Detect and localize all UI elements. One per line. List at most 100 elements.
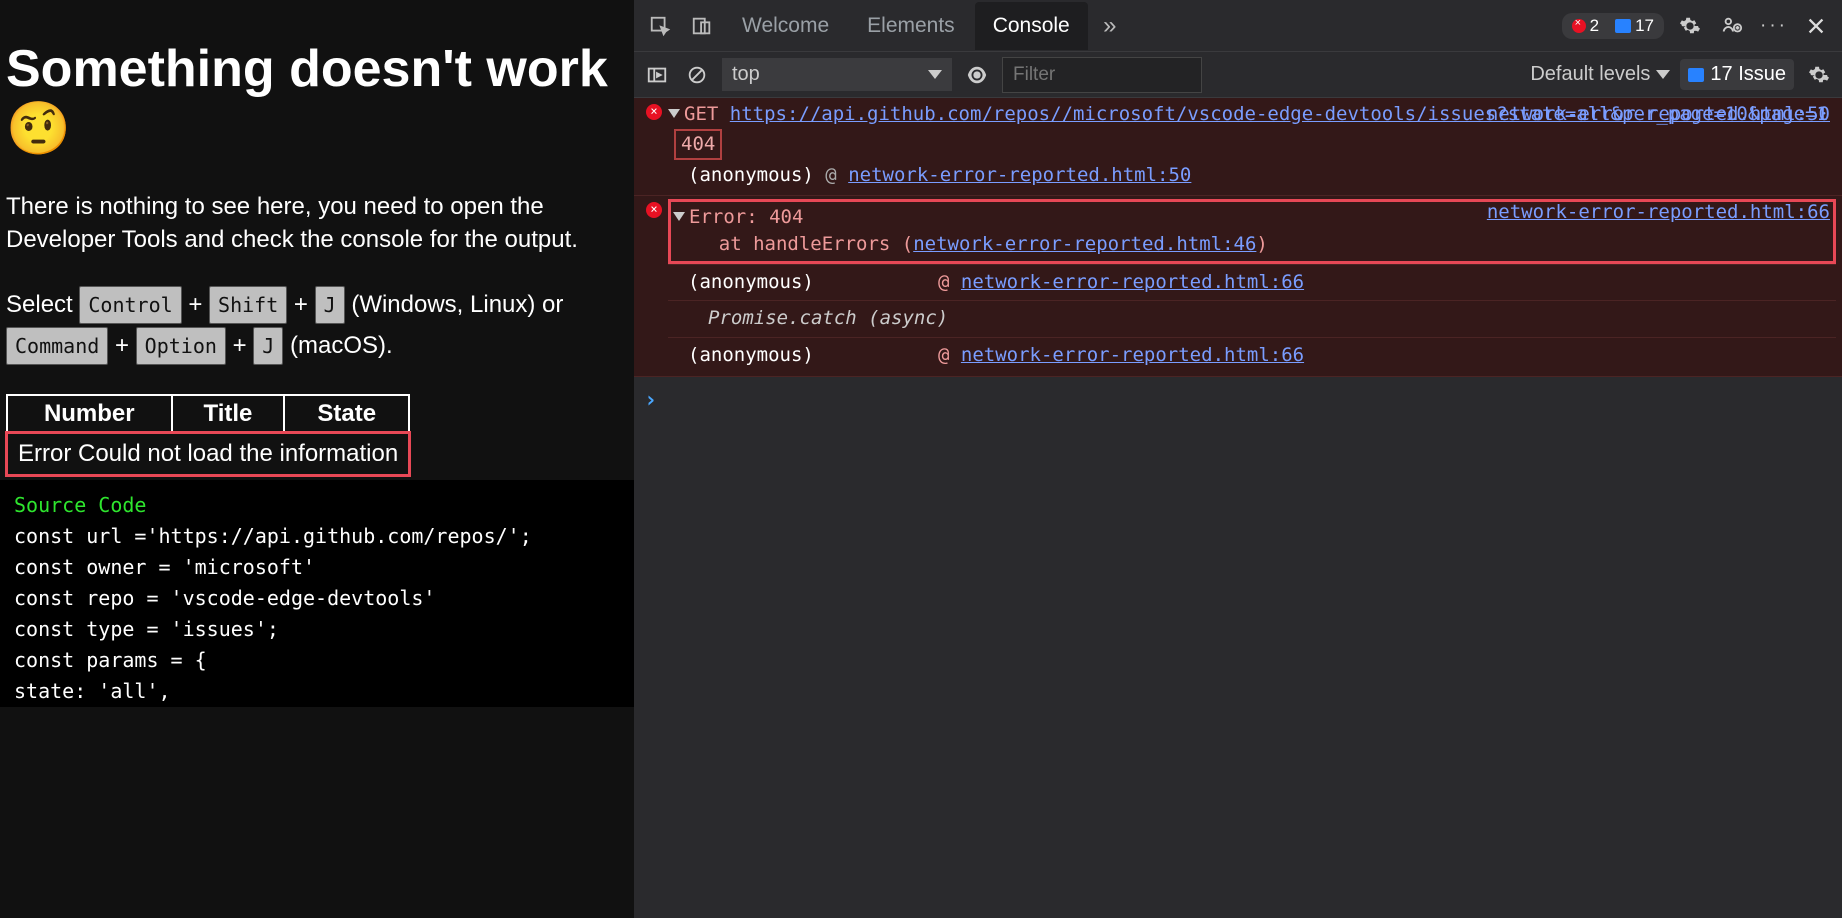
source-link[interactable]: network-error-reported.html:66 [1487, 199, 1830, 227]
expand-triangle-icon[interactable] [673, 212, 685, 221]
issue-count: 17 [1635, 16, 1654, 36]
table-error-cell: Error Could not load the information [7, 433, 409, 475]
src-line: const owner = 'microsoft' [14, 552, 620, 583]
error-count-chip[interactable]: 2 [1564, 15, 1607, 37]
kbd-option: Option [136, 327, 226, 365]
devtools-tabstrip: Welcome Elements Console » 2 17 ··· [634, 0, 1842, 52]
error-text: Error: 404 [689, 206, 803, 228]
feedback-icon[interactable] [1712, 6, 1752, 46]
error-x-icon: × [646, 104, 662, 120]
src-line: const repo = 'vscode-edge-devtools' [14, 583, 620, 614]
clear-console-icon[interactable] [682, 55, 712, 95]
th-state: State [284, 395, 409, 433]
stack-fn: (anonymous) [688, 342, 938, 370]
shortcut-instructions: Select Control + Shift + J (Windows, Lin… [6, 285, 628, 367]
chevron-down-icon [928, 70, 942, 79]
prompt-chevron-icon: › [644, 385, 657, 417]
http-method: GET [684, 103, 718, 125]
src-line: const params = { [14, 645, 620, 676]
stack-at: @ [938, 344, 949, 366]
error-x-icon: × [646, 202, 662, 218]
settings-gear-icon[interactable] [1670, 6, 1710, 46]
plus: + [287, 291, 314, 318]
kbd-j-mac: J [253, 327, 283, 365]
table-error-row: Error Could not load the information [7, 433, 409, 475]
plus: + [182, 291, 209, 318]
stack-link[interactable]: network-error-reported.html:66 [961, 271, 1304, 293]
error-dot-icon [1572, 19, 1586, 33]
winlinux-suffix: (Windows, Linux) or [345, 291, 564, 318]
stack-link[interactable]: network-error-reported.html:50 [848, 164, 1191, 186]
stack-link[interactable]: network-error-reported.html:46 [913, 233, 1256, 255]
error-count: 2 [1590, 16, 1599, 36]
issue-count-chip[interactable]: 17 [1607, 15, 1662, 37]
log-levels-selector[interactable]: Default levels [1530, 63, 1670, 86]
src-line: const url ='https://api.github.com/repos… [14, 521, 620, 552]
inspect-element-icon[interactable] [640, 6, 680, 46]
console-entry-body: Error: 404 network-error-reported.html:6… [668, 199, 1836, 374]
issues-pill-text: 17 Issue [1710, 63, 1786, 86]
tab-elements[interactable]: Elements [849, 2, 973, 50]
console-toolbar: top Default levels 17 Issue [634, 52, 1842, 98]
filter-input[interactable] [1002, 57, 1202, 93]
webpage-pane: Something doesn't work 🤨 There is nothin… [0, 0, 634, 918]
highlighted-error-box: Error: 404 network-error-reported.html:6… [668, 199, 1836, 264]
table-header-row: Number Title State [7, 395, 409, 433]
stack-fn: (anonymous) [688, 164, 814, 186]
console-prompt[interactable]: › [634, 377, 1842, 425]
macos-suffix: (macOS). [283, 332, 392, 359]
plus: + [226, 332, 253, 359]
issue-msg-icon [1688, 68, 1704, 82]
stack-sub-row: (anonymous) @ network-error-reported.htm… [668, 264, 1836, 301]
console-entry-body: GET https://api.github.com/repos//micros… [668, 101, 1836, 192]
issue-msg-icon [1615, 19, 1631, 33]
stack-sub-row: (anonymous) @ network-error-reported.htm… [668, 337, 1836, 374]
tab-console[interactable]: Console [975, 2, 1088, 50]
device-toolbar-icon[interactable] [682, 6, 722, 46]
sidebar-toggle-icon[interactable] [642, 55, 672, 95]
tab-welcome[interactable]: Welcome [724, 2, 847, 50]
context-value: top [732, 63, 760, 86]
plus: + [108, 332, 135, 359]
source-code-block: Source Code const url ='https://api.gith… [0, 480, 634, 707]
console-error-row[interactable]: × Error: 404 network-error-reported.html… [634, 196, 1842, 378]
chevron-down-icon [1656, 70, 1670, 79]
error-gutter: × [640, 199, 668, 374]
page-title: Something doesn't work 🤨 [6, 40, 628, 160]
devtools-pane: Welcome Elements Console » 2 17 ··· [634, 0, 1842, 918]
issues-pill[interactable]: 17 Issue [1680, 59, 1794, 90]
kebab-menu-icon[interactable]: ··· [1754, 6, 1794, 46]
shortcut-prefix: Select [6, 291, 79, 318]
close-devtools-icon[interactable] [1796, 6, 1836, 46]
promise-async-label: Promise.catch (async) [688, 305, 948, 333]
context-selector[interactable]: top [722, 58, 952, 91]
source-code-title: Source Code [14, 490, 620, 521]
stack-sub-row: Promise.catch (async) [668, 300, 1836, 337]
issues-table: Number Title State Error Could not load … [6, 394, 410, 476]
stack-link[interactable]: network-error-reported.html:66 [961, 344, 1304, 366]
th-number: Number [7, 395, 172, 433]
stack-at: @ [825, 164, 836, 186]
stack-at-close: ) [1256, 233, 1267, 255]
kbd-command: Command [6, 327, 108, 365]
status-404-badge: 404 [674, 129, 722, 161]
levels-label: Default levels [1530, 63, 1650, 86]
stack-fn: (anonymous) [688, 269, 938, 297]
kbd-j: J [315, 286, 345, 324]
more-tabs-icon[interactable]: » [1090, 6, 1130, 46]
src-line: state: 'all', [14, 676, 620, 707]
source-link[interactable]: network-error-reported.html:50 [1487, 101, 1830, 129]
src-line: const type = 'issues'; [14, 614, 620, 645]
console-settings-gear-icon[interactable] [1804, 55, 1834, 95]
th-title: Title [172, 395, 285, 433]
status-badges[interactable]: 2 17 [1562, 13, 1664, 39]
error-gutter: × [640, 101, 668, 192]
stack-line: (anonymous) @ network-error-reported.htm… [668, 160, 1836, 192]
expand-triangle-icon[interactable] [668, 109, 680, 118]
console-error-row[interactable]: × GET https://api.github.com/repos//micr… [634, 98, 1842, 196]
page-intro: There is nothing to see here, you need t… [6, 190, 628, 257]
kbd-control: Control [79, 286, 181, 324]
console-output: × GET https://api.github.com/repos//micr… [634, 98, 1842, 918]
live-expression-icon[interactable] [962, 55, 992, 95]
stack-at-text: at handleErrors ( [673, 233, 913, 255]
